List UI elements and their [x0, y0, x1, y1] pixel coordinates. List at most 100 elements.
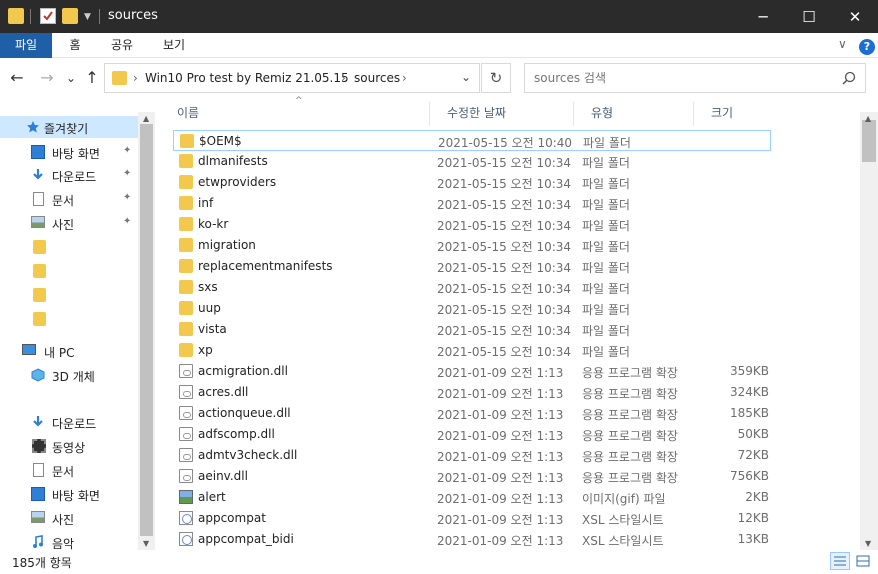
tab-share[interactable]: 공유 [104, 33, 140, 58]
scroll-down-icon[interactable]: ▼ [143, 539, 149, 548]
maximize-button[interactable]: ☐ [786, 0, 832, 33]
nav-item-pictures[interactable]: 사진 [0, 507, 138, 529]
file-row[interactable]: uup 2021-05-15 오전 10:34 파일 폴더 [173, 298, 771, 319]
file-list-scrollbar[interactable] [860, 112, 878, 550]
column-header-name[interactable]: 이름 [160, 102, 430, 126]
file-date-modified: 2021-01-09 오전 1:13 [437, 387, 564, 401]
file-row[interactable]: dlmanifests 2021-05-15 오전 10:34 파일 폴더 [173, 151, 771, 172]
back-button[interactable]: ← [8, 68, 26, 88]
properties-icon[interactable] [40, 8, 56, 24]
column-header-date-modified[interactable]: 수정한 날짜 [430, 102, 574, 126]
address-dropdown-icon[interactable]: ⌄ [461, 70, 471, 84]
xsl-file-icon [179, 511, 193, 525]
file-type: 응용 프로그램 확장 [582, 366, 678, 380]
file-row[interactable]: acres.dll 2021-01-09 오전 1:13 응용 프로그램 확장 324… [173, 382, 771, 403]
status-bar: 185개 항목 [0, 550, 878, 574]
nav-item-desktop[interactable]: 바탕 화면 [0, 483, 138, 505]
nav-item-documents[interactable]: 문서 [0, 459, 138, 481]
item-count: 185개 항목 [12, 556, 72, 570]
nav-item-desktop[interactable]: 바탕 화면 ✦ [0, 141, 138, 163]
file-date-modified: 2021-01-09 오전 1:13 [437, 513, 564, 527]
file-row[interactable]: sxs 2021-05-15 오전 10:34 파일 폴더 [173, 277, 771, 298]
file-list-scroll-thumb[interactable] [862, 120, 876, 162]
column-header-size[interactable]: 크기 [694, 102, 774, 126]
desktop-icon [31, 487, 45, 501]
large-icons-view-icon [856, 555, 870, 567]
file-row[interactable]: replacementmanifests 2021-05-15 오전 10:34 파… [173, 256, 771, 277]
details-view-button[interactable] [830, 552, 850, 570]
file-row[interactable]: xp 2021-05-15 오전 10:34 파일 폴더 [173, 340, 771, 361]
file-row[interactable]: actionqueue.dll 2021-01-09 오전 1:13 응용 프로그램… [173, 403, 771, 424]
scroll-up-icon[interactable]: ▲ [143, 114, 149, 123]
close-button[interactable]: ✕ [832, 0, 878, 33]
nav-item-documents[interactable]: 문서 ✦ [0, 188, 138, 210]
large-icons-view-button[interactable] [853, 552, 873, 570]
breadcrumb-separator[interactable]: › [402, 71, 407, 85]
nav-item-quick-access[interactable]: 즐겨찾기 [0, 116, 138, 138]
file-type: XSL 스타일시트 [582, 513, 664, 527]
file-row[interactable]: appcompat_bidi 2021-01-09 오전 1:13 XSL 스타일시… [173, 529, 771, 550]
download-icon [33, 416, 43, 427]
nav-item-music[interactable]: 음악 [0, 531, 138, 550]
breadcrumb-separator[interactable]: › [341, 71, 346, 85]
nav-item-folder[interactable] [0, 236, 138, 258]
nav-item-this-pc[interactable]: 내 PC [0, 340, 138, 362]
nav-item-folder[interactable] [0, 308, 138, 330]
nav-item-downloads[interactable]: 다운로드 ✦ [0, 164, 138, 186]
customize-toolbar-icon[interactable]: ▼ [84, 12, 100, 28]
file-row[interactable]: etwproviders 2021-05-15 오전 10:34 파일 폴더 [173, 172, 771, 193]
breadcrumb-separator[interactable]: › [133, 71, 138, 85]
file-row[interactable]: aeinv.dll 2021-01-09 오전 1:13 응용 프로그램 확장 756… [173, 466, 771, 487]
file-row[interactable]: appcompat 2021-01-09 오전 1:13 XSL 스타일시트 12KB [173, 508, 771, 529]
help-icon[interactable]: ? [859, 39, 875, 55]
file-date-modified: 2021-05-15 오전 10:34 [437, 261, 572, 275]
file-row[interactable]: migration 2021-05-15 오전 10:34 파일 폴더 [173, 235, 771, 256]
file-row[interactable]: inf 2021-05-15 오전 10:34 파일 폴더 [173, 193, 771, 214]
breadcrumb-item[interactable]: sources [354, 71, 400, 85]
file-name: acres.dll [198, 385, 249, 399]
scroll-up-icon[interactable]: ▲ [865, 114, 871, 123]
new-folder-icon[interactable] [62, 8, 78, 24]
file-row[interactable]: $OEM$ 2021-05-15 오전 10:40 파일 폴더 [173, 130, 771, 151]
file-row[interactable]: vista 2021-05-15 오전 10:34 파일 폴더 [173, 319, 771, 340]
nav-item-pictures[interactable]: 사진 ✦ [0, 212, 138, 234]
nav-item-videos[interactable]: 동영상 [0, 435, 138, 457]
search-box[interactable] [524, 63, 866, 93]
search-icon[interactable] [842, 71, 856, 85]
file-row[interactable]: acmigration.dll 2021-01-09 오전 1:13 응용 프로그램… [173, 361, 771, 382]
tab-view[interactable]: 보기 [156, 33, 192, 58]
file-row[interactable]: admtv3check.dll 2021-01-09 오전 1:13 응용 프로그램… [173, 445, 771, 466]
file-name: dlmanifests [198, 154, 268, 168]
pc-icon [22, 344, 36, 355]
file-row[interactable]: ko-kr 2021-05-15 오전 10:34 파일 폴더 [173, 214, 771, 235]
file-name: appcompat_bidi [198, 532, 294, 546]
file-name: replacementmanifests [198, 259, 333, 273]
minimize-button[interactable]: ─ [740, 0, 786, 33]
nav-item-downloads[interactable]: 다운로드 [0, 411, 138, 433]
file-row[interactable]: adfscomp.dll 2021-01-09 오전 1:13 응용 프로그램 확장… [173, 424, 771, 445]
up-button[interactable]: ↑ [83, 68, 101, 88]
file-name: xp [198, 343, 213, 357]
tab-home[interactable]: 홈 [58, 33, 92, 58]
breadcrumb-item[interactable]: Win10 Pro test by Remiz 21.05.15 [145, 71, 349, 85]
expand-ribbon-icon[interactable]: ∨ [838, 37, 847, 51]
file-type: 파일 폴더 [582, 345, 630, 359]
forward-button[interactable]: → [38, 68, 56, 88]
recent-locations-button[interactable]: ⌄ [62, 68, 80, 88]
tab-file[interactable]: 파일 [0, 33, 52, 58]
refresh-button[interactable]: ↻ [481, 63, 511, 93]
file-name: acmigration.dll [198, 364, 288, 378]
scroll-down-icon[interactable]: ▼ [865, 539, 871, 548]
nav-item-folder[interactable] [0, 284, 138, 306]
nav-item-folder[interactable] [0, 260, 138, 282]
search-input[interactable] [534, 71, 824, 85]
file-name: inf [198, 196, 214, 210]
address-bar[interactable]: › Win10 Pro test by Remiz 21.05.15 › sou… [104, 63, 480, 93]
navigation-pane-scroll-thumb[interactable] [140, 124, 153, 536]
column-header-type[interactable]: 유형 [574, 102, 694, 126]
folder-icon [179, 280, 193, 294]
file-name: etwproviders [198, 175, 277, 189]
file-row[interactable]: alert 2021-01-09 오전 1:13 이미지(gif) 파일 2KB [173, 487, 771, 508]
file-date-modified: 2021-05-15 오전 10:34 [437, 156, 572, 170]
nav-item-3d-objects[interactable]: 3D 개체 [0, 364, 138, 386]
